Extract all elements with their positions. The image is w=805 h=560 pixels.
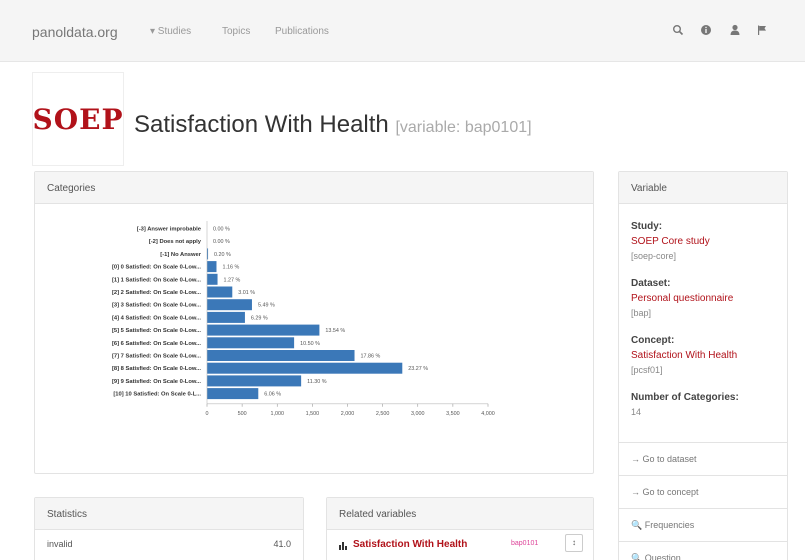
category-label: [7] 7 Satisfied: On Scale 0-Low...	[112, 354, 201, 360]
tick-label: 500	[238, 411, 247, 417]
nav-topics[interactable]: Topics	[222, 26, 250, 37]
value-label: 1.27 %	[224, 277, 241, 283]
top-navbar: panoldata.org ▾ Studies Topics Publicati…	[0, 0, 805, 62]
study-code: [soep-core]	[631, 251, 677, 261]
tick-label: 0	[206, 411, 209, 417]
question-link[interactable]: 🔍 Question	[619, 541, 787, 560]
nav-publications[interactable]: Publications	[275, 26, 329, 37]
tick-label: 1,000	[271, 411, 285, 417]
stat-value: 41.0	[273, 539, 291, 549]
category-label: [1] 1 Satisfied: On Scale 0-Low...	[112, 277, 201, 283]
category-label: [-2] Does not apply	[149, 239, 202, 245]
value-label: 0.00 %	[213, 239, 230, 245]
value-label: 6.06 %	[264, 392, 281, 398]
value-label: 1.16 %	[222, 265, 239, 271]
related-variable-button[interactable]: ↕	[565, 534, 583, 552]
chart-bar[interactable]	[207, 261, 217, 273]
site-brand[interactable]: panoldata.org	[32, 24, 118, 40]
concept-code: [pcsf01]	[631, 365, 663, 375]
tick-label: 3,500	[446, 411, 460, 417]
variable-code: [variable: bap0101]	[395, 119, 532, 136]
ncat-label: Number of Categories:	[631, 392, 739, 403]
go-to-concept-link[interactable]: → Go to concept	[619, 475, 787, 507]
tick-label: 4,000	[481, 411, 495, 417]
flag-icon[interactable]	[756, 24, 768, 36]
category-label: [-1] No Answer	[160, 252, 201, 258]
related-heading: Related variables	[327, 498, 593, 530]
search-icon[interactable]	[672, 24, 684, 36]
category-label: [2] 2 Satisfied: On Scale 0-Low...	[112, 290, 201, 296]
chart-bar[interactable]	[207, 337, 295, 349]
go-to-dataset-link[interactable]: → Go to dataset	[619, 442, 787, 474]
chart-bar[interactable]	[207, 311, 245, 323]
value-label: 11.30 %	[307, 379, 327, 385]
variable-heading: Variable	[619, 172, 787, 204]
chart-bar[interactable]	[207, 350, 355, 361]
chart-bar[interactable]	[207, 273, 218, 285]
chart-bar[interactable]	[207, 362, 403, 374]
category-label: [5] 5 Satisfied: On Scale 0-Low...	[112, 328, 201, 334]
categories-panel: Categories [-3] Answer improbable 0.00 %[…	[34, 171, 594, 474]
chart-bar[interactable]	[207, 324, 320, 336]
value-label: 17.86 %	[361, 354, 381, 360]
statistics-heading: Statistics	[35, 498, 303, 530]
ncat-value: 14	[631, 407, 642, 417]
stat-row: invalid 41.0	[35, 530, 303, 558]
related-variable-link[interactable]: Satisfaction With Health	[353, 539, 467, 550]
category-label: [0] 0 Satisfied: On Scale 0-Low...	[112, 265, 201, 271]
value-label: 0.00 %	[213, 227, 230, 233]
dataset-code: [bap]	[631, 308, 652, 318]
value-label: 0.20 %	[214, 252, 231, 258]
category-label: [8] 8 Satisfied: On Scale 0-Low...	[112, 366, 201, 372]
nav-studies[interactable]: ▾ Studies	[150, 26, 191, 37]
study-link[interactable]: SOEP Core study	[631, 236, 710, 247]
value-label: 10.50 %	[300, 341, 320, 347]
dataset-label: Dataset:	[631, 278, 671, 289]
title-text: Satisfaction With Health	[134, 111, 389, 138]
category-label: [-3] Answer improbable	[137, 227, 202, 233]
category-label: [4] 4 Satisfied: On Scale 0-Low...	[112, 315, 201, 321]
categories-heading: Categories	[35, 172, 593, 204]
related-variable-code: bap0101	[511, 540, 539, 547]
user-icon[interactable]	[729, 24, 741, 36]
info-icon[interactable]	[700, 24, 712, 36]
tick-label: 3,000	[411, 411, 425, 417]
variable-panel: Variable Study: SOEP Core study [soep-co…	[618, 171, 788, 560]
study-label: Study:	[631, 221, 663, 232]
frequencies-link[interactable]: 🔍 Frequencies	[619, 508, 787, 540]
tick-label: 2,500	[376, 411, 390, 417]
tick-label: 2,000	[341, 411, 355, 417]
chart-bar[interactable]	[207, 286, 233, 298]
page-title: Satisfaction With Health [variable: bap0…	[134, 111, 532, 139]
related-variables-panel: Related variables Satisfaction With Heal…	[326, 497, 594, 560]
chart-bar[interactable]	[207, 375, 302, 387]
category-label: [6] 6 Satisfied: On Scale 0-Low...	[112, 341, 201, 347]
tick-label: 1,500	[306, 411, 320, 417]
category-label: [9] 9 Satisfied: On Scale 0-Low...	[112, 379, 201, 385]
chart-bar[interactable]	[207, 388, 259, 400]
dataset-link[interactable]: Personal questionnaire	[631, 293, 733, 304]
value-label: 23.27 %	[408, 366, 428, 372]
stat-label: invalid	[47, 539, 73, 549]
value-label: 6.29 %	[251, 315, 268, 321]
category-label: [10] 10 Satisfied: On Scale 0-L...	[113, 392, 201, 398]
statistics-panel: Statistics invalid 41.0	[34, 497, 304, 560]
concept-link[interactable]: Satisfaction With Health	[631, 350, 737, 361]
category-label: [3] 3 Satisfied: On Scale 0-Low...	[112, 303, 201, 309]
soep-logo: SOEP	[32, 72, 124, 166]
concept-label: Concept:	[631, 335, 675, 346]
bar-chart-icon	[339, 542, 347, 550]
value-label: 5.49 %	[258, 303, 275, 309]
value-label: 3.01 %	[238, 290, 255, 296]
value-label: 13.54 %	[325, 328, 345, 334]
categories-chart: [-3] Answer improbable 0.00 % [-2] Does no…	[112, 221, 495, 417]
logo-text: SOEP	[32, 102, 124, 136]
chart-bar[interactable]	[207, 299, 252, 311]
